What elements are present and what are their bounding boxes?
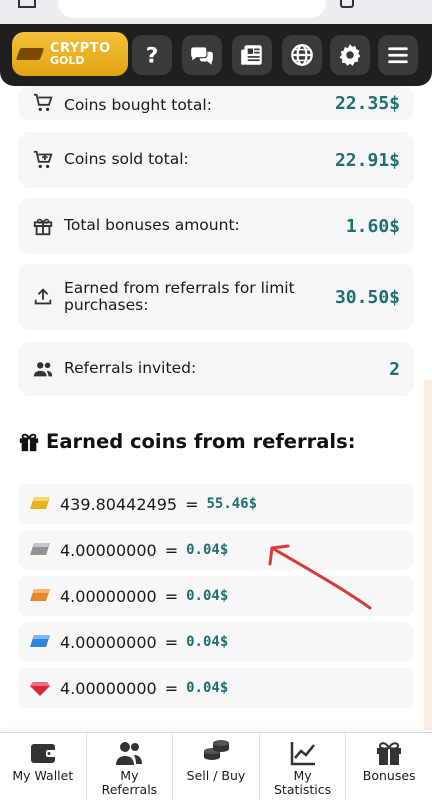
chart-line-icon (290, 742, 315, 766)
referral-coin-row: 4.00000000 = 0.04$ (18, 576, 414, 616)
coin-usd-value: 0.04$ (186, 542, 229, 558)
equals-sign: = (164, 586, 179, 606)
nav-label: Sell / Buy (186, 768, 246, 783)
bronze-bar-icon (30, 589, 50, 601)
coin-amount: 4.00000000 (60, 540, 157, 560)
stat-card-total-bonuses: Total bonuses amount: 1.60$ (18, 198, 414, 254)
stat-card-referrals-invited: Referrals invited: 2 (18, 342, 414, 396)
menu-button[interactable] (378, 35, 418, 75)
stat-card-coins-bought: Coins bought total: 22.35$ (18, 86, 414, 120)
chat-icon (191, 47, 213, 65)
nav-label: My Wallet (12, 768, 74, 783)
stat-label: Coins sold total: (64, 150, 189, 169)
coin-usd-value: 55.46$ (206, 496, 258, 512)
blue-bar-icon (30, 635, 50, 647)
nav-my-wallet[interactable]: My Wallet (0, 733, 87, 800)
stat-label: Referrals invited: (64, 359, 197, 378)
settings-button[interactable] (330, 35, 370, 75)
stat-label: Coins bought total: (64, 95, 212, 114)
coin-amount: 4.00000000 (60, 632, 157, 652)
stat-value: 22.91$ (334, 149, 400, 171)
stat-value: 2 (389, 358, 400, 380)
browser-tabs-icon[interactable] (18, 0, 36, 8)
news-button[interactable] (232, 35, 272, 75)
stat-card-referral-earnings: Earned from referrals for limit purchase… (18, 264, 414, 330)
coin-usd-value: 0.04$ (186, 634, 229, 650)
nav-my-statistics[interactable]: My Statistics (260, 733, 347, 800)
gift-box-icon (377, 742, 402, 765)
wallet-icon (30, 744, 56, 763)
nav-label: Bonuses (362, 768, 416, 783)
equals-sign: = (164, 678, 179, 698)
nav-my-referrals[interactable]: My Referrals (87, 733, 174, 800)
coins-stack-icon (203, 740, 229, 760)
stat-value: 22.35$ (334, 93, 400, 114)
coin-usd-value: 0.04$ (186, 680, 229, 696)
svg-text:?: ? (146, 44, 159, 68)
referral-coin-row: 439.80442495 = 55.46$ (18, 484, 414, 524)
equals-sign: = (164, 540, 179, 560)
equals-sign: = (164, 632, 179, 652)
scroll-track (424, 380, 432, 730)
app-header: CRYPTO GOLD ? (0, 24, 432, 86)
cart-sell-icon (33, 150, 53, 169)
nav-sell-buy[interactable]: Sell / Buy (173, 733, 260, 800)
language-button[interactable] (282, 35, 322, 75)
bottom-navigation: My Wallet My Referrals Sell / Buy My Sta… (0, 732, 432, 800)
nav-label: My Statistics (274, 768, 332, 798)
coin-amount: 4.00000000 (60, 678, 157, 698)
gold-bar-icon (30, 497, 50, 509)
stat-label: Total bonuses amount: (64, 216, 240, 235)
nav-label: My Referrals (101, 768, 158, 798)
gold-bar-logo-icon (15, 48, 45, 60)
referral-coin-row: 4.00000000 = 0.04$ (18, 530, 414, 570)
logo-text-line2: GOLD (50, 54, 85, 67)
upload-icon (34, 288, 52, 305)
browser-tab-count-icon[interactable] (340, 0, 354, 8)
menu-hamburger-icon (388, 47, 408, 64)
language-globe-icon (291, 44, 313, 66)
news-icon (241, 45, 262, 65)
cart-icon (33, 93, 53, 112)
users-icon (33, 362, 53, 377)
stat-label: Earned from referrals for limit purchase… (64, 278, 295, 314)
browser-address-bar[interactable] (58, 0, 326, 18)
equals-sign: = (185, 494, 199, 514)
help-button[interactable]: ? (132, 35, 172, 75)
section-title-text: Earned coins from referrals: (46, 430, 356, 453)
stat-value: 30.50$ (334, 286, 400, 308)
browser-toolbar (0, 0, 432, 24)
coin-usd-value: 0.04$ (186, 588, 229, 604)
section-title-referral-coins: Earned coins from referrals: (18, 430, 356, 453)
chat-button[interactable] (182, 35, 222, 75)
ruby-gem-icon (30, 682, 50, 696)
coin-amount: 439.80442495 (60, 494, 178, 514)
settings-gear-icon (339, 44, 361, 66)
silver-bar-icon (30, 543, 50, 555)
gift-title-icon (19, 433, 39, 451)
coin-amount: 4.00000000 (60, 586, 157, 606)
gift-icon (33, 218, 53, 236)
referrals-users-icon (116, 742, 143, 765)
referral-coin-row: 4.00000000 = 0.04$ (18, 668, 414, 708)
crypto-gold-logo[interactable]: CRYPTO GOLD (12, 32, 128, 76)
nav-bonuses[interactable]: Bonuses (346, 733, 432, 800)
stat-value: 1.60$ (345, 215, 400, 237)
help-icon: ? (146, 44, 159, 68)
stat-card-coins-sold: Coins sold total: 22.91$ (18, 132, 414, 188)
referral-coin-row: 4.00000000 = 0.04$ (18, 622, 414, 662)
